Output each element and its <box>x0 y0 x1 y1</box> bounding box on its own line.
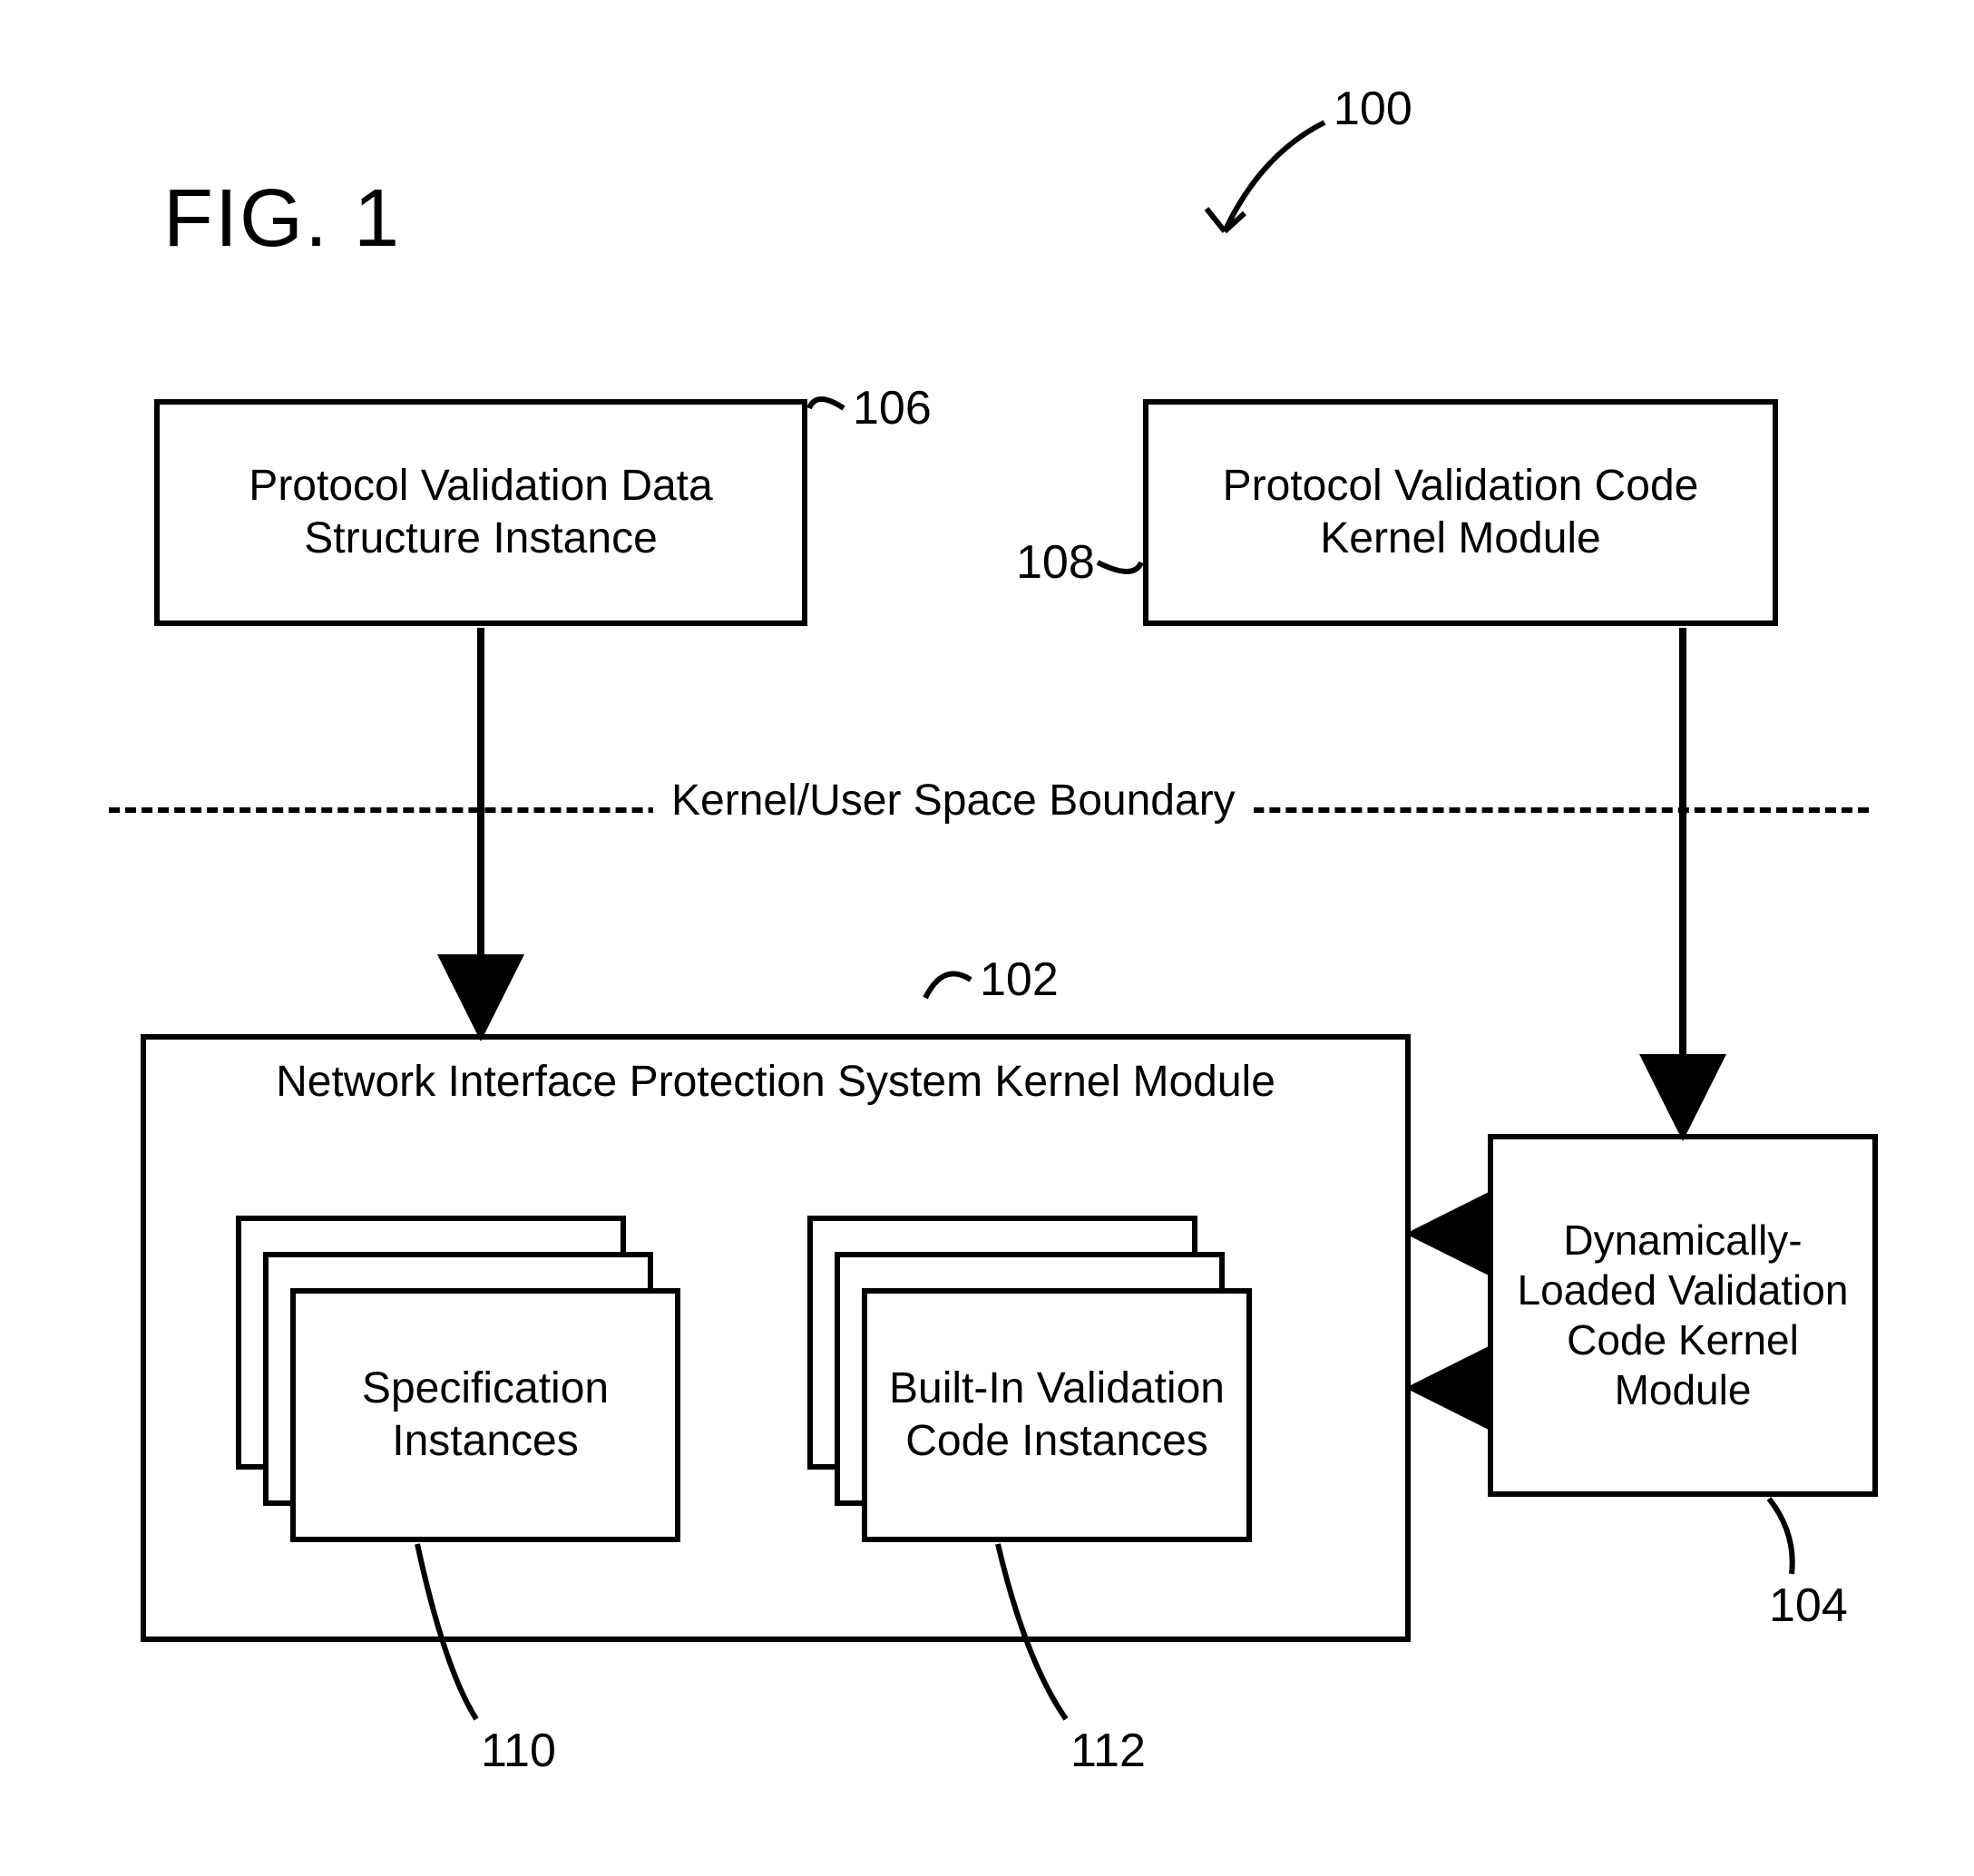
ref-104: 104 <box>1769 1578 1848 1633</box>
box-builtin-label: Built-In Validation Code Instances <box>867 1294 1246 1537</box>
ref-110: 110 <box>481 1724 556 1778</box>
box-builtin: Built-In Validation Code Instances <box>862 1288 1252 1542</box>
ref-106: 106 <box>853 381 932 435</box>
box-spec-label: Specification Instances <box>296 1294 675 1537</box>
boundary-label: Kernel/User Space Boundary <box>653 776 1254 826</box>
box-pvckm: Protocol Validation Code Kernel Module <box>1143 399 1778 626</box>
ref-102: 102 <box>980 953 1059 1007</box>
box-spec: Specification Instances <box>290 1288 680 1542</box>
box-pvds: Protocol Validation Data Structure Insta… <box>154 399 807 626</box>
figure-canvas: FIG. 1 100 Protocol Validation Data Stru… <box>0 0 1974 1876</box>
box-nips-label: Network Interface Protection System Kern… <box>163 1057 1388 1107</box>
ref-112: 112 <box>1070 1724 1146 1778</box>
figure-title: FIG. 1 <box>163 172 401 266</box>
ref-100: 100 <box>1334 82 1412 136</box>
box-pvckm-label: Protocol Validation Code Kernel Module <box>1148 405 1773 620</box>
box-dlvc-label: Dynamically-Loaded Validation Code Kerne… <box>1493 1139 1872 1491</box>
ref-108: 108 <box>1016 535 1095 590</box>
box-pvds-label: Protocol Validation Data Structure Insta… <box>160 405 802 620</box>
box-dlvc: Dynamically-Loaded Validation Code Kerne… <box>1488 1134 1878 1497</box>
